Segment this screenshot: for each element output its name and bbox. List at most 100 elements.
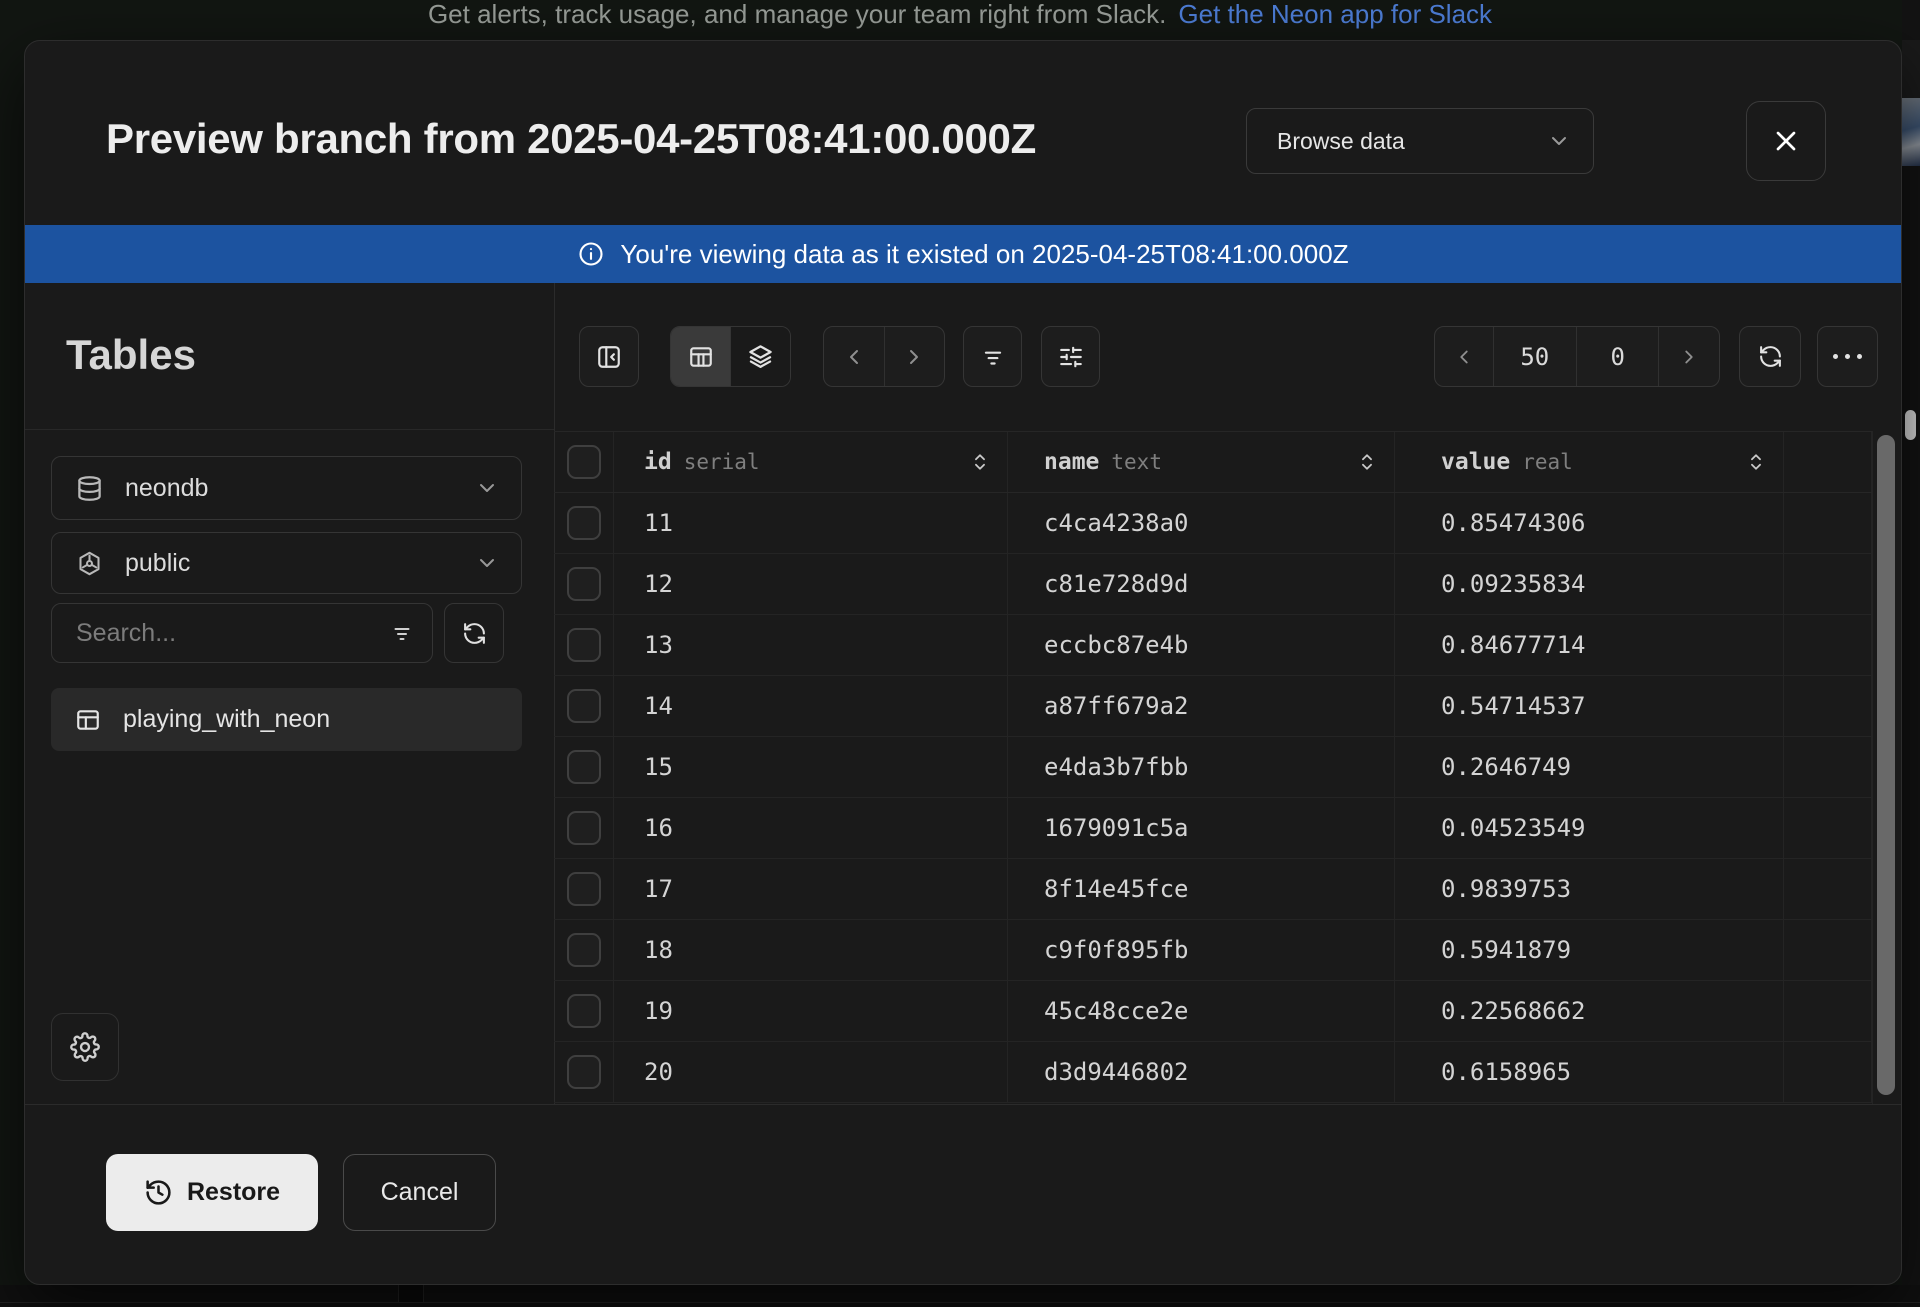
backdrop-scrollbar-nub: [1905, 410, 1916, 440]
row-checkbox[interactable]: [567, 872, 601, 906]
layers-icon: [747, 343, 774, 370]
select-all-cell: [554, 432, 614, 492]
screen: Get alerts, track usage, and manage your…: [0, 0, 1920, 1307]
backdrop-topbar-sliver: [1902, 40, 1920, 98]
history-icon: [144, 1178, 173, 1207]
schema-select[interactable]: public: [51, 532, 522, 594]
column-nav-group: [823, 326, 945, 387]
refresh-data-button[interactable]: [1739, 326, 1801, 387]
sidebar-item-playing-with-neon[interactable]: playing_with_neon: [51, 688, 522, 751]
row-checkbox[interactable]: [567, 628, 601, 662]
page-offset-value[interactable]: 0: [1576, 327, 1659, 386]
cancel-label: Cancel: [381, 1178, 459, 1207]
promo-link[interactable]: Get the Neon app for Slack: [1178, 0, 1492, 34]
table-row: 12 c81e728d9d 0.09235834: [554, 554, 1872, 615]
column-header-id[interactable]: id serial: [614, 432, 1008, 492]
backdrop-vertical-divider: [398, 1285, 424, 1302]
page-size-value[interactable]: 50: [1493, 327, 1576, 386]
sort-icon[interactable]: [971, 449, 989, 475]
backdrop-right-sliver: [1902, 0, 1920, 1307]
row-checkbox[interactable]: [567, 689, 601, 723]
layers-view-button[interactable]: [730, 327, 790, 386]
table-search: [51, 603, 433, 663]
table-row: 19 45c48cce2e 0.22568662: [554, 981, 1872, 1042]
row-checkbox[interactable]: [567, 994, 601, 1028]
table-row: 11 c4ca4238a0 0.85474306: [554, 493, 1872, 554]
footer-divider: [25, 1104, 1901, 1105]
cancel-button[interactable]: Cancel: [343, 1154, 496, 1231]
grid-view-button[interactable]: [671, 327, 730, 386]
column-header-name[interactable]: name text: [1008, 432, 1395, 492]
backdrop-bottom-strip: [0, 1285, 1920, 1307]
schema-select-value: public: [125, 549, 190, 578]
chevron-left-icon: [842, 345, 866, 369]
row-checkbox[interactable]: [567, 506, 601, 540]
preview-branch-modal: Preview branch from 2025-04-25T08:41:00.…: [24, 40, 1902, 1285]
table-row: 14 a87ff679a2 0.54714537: [554, 676, 1872, 737]
sort-icon[interactable]: [1358, 449, 1376, 475]
chevron-down-icon: [1547, 129, 1571, 153]
close-icon: [1770, 125, 1802, 157]
more-options-button[interactable]: [1817, 326, 1878, 387]
banner-text: You're viewing data as it existed on 202…: [620, 239, 1348, 270]
sidebar-divider: [25, 429, 554, 430]
database-select-value: neondb: [125, 474, 208, 503]
table-scrollbar-thumb[interactable]: [1877, 435, 1895, 1095]
panel-collapse-icon: [596, 344, 622, 370]
nav-next-button[interactable]: [884, 327, 944, 386]
tables-sidebar: Tables neondb: [25, 283, 555, 1104]
select-all-checkbox[interactable]: [567, 445, 601, 479]
ellipsis-icon: [1833, 354, 1838, 359]
column-header-value[interactable]: value real: [1395, 432, 1784, 492]
search-input[interactable]: [52, 619, 382, 648]
row-checkbox[interactable]: [567, 750, 601, 784]
close-button[interactable]: [1746, 101, 1826, 181]
refresh-tables-button[interactable]: [444, 603, 504, 663]
filter-icon[interactable]: [390, 621, 414, 645]
browse-data-label: Browse data: [1277, 128, 1405, 155]
settings-button[interactable]: [51, 1013, 119, 1081]
browse-data-dropdown[interactable]: Browse data: [1246, 108, 1594, 174]
sort-icon[interactable]: [1747, 449, 1765, 475]
restore-button[interactable]: Restore: [106, 1154, 318, 1231]
slack-promo-content: Get alerts, track usage, and manage your…: [428, 0, 1492, 34]
database-select[interactable]: neondb: [51, 456, 522, 520]
table-row: 20 d3d9446802 0.6158965: [554, 1042, 1872, 1103]
row-checkbox[interactable]: [567, 1055, 601, 1089]
chevron-down-icon: [475, 551, 499, 575]
table-row: 13 eccbc87e4b 0.84677714: [554, 615, 1872, 676]
row-checkbox[interactable]: [567, 567, 601, 601]
nav-prev-button[interactable]: [824, 327, 884, 386]
page-prev-button[interactable]: [1435, 327, 1493, 386]
filter-icon: [980, 344, 1006, 370]
grid-view-icon: [688, 344, 714, 370]
promo-text: Get alerts, track usage, and manage your…: [428, 0, 1166, 34]
backdrop-horizontal-divider: [0, 1302, 1920, 1303]
table-item-label: playing_with_neon: [123, 705, 330, 734]
table-row: 16 1679091c5a 0.04523549: [554, 798, 1872, 859]
page-next-button[interactable]: [1659, 327, 1719, 386]
backdrop-image-sliver: [1902, 98, 1920, 166]
chevron-right-icon: [902, 345, 926, 369]
table-row: 15 e4da3b7fbb 0.2646749: [554, 737, 1872, 798]
table-body: 11 c4ca4238a0 0.85474306 12 c81e728d9d 0…: [554, 493, 1872, 1103]
modal-title: Preview branch from 2025-04-25T08:41:00.…: [106, 115, 1036, 163]
display-settings-button[interactable]: [1041, 326, 1100, 387]
table-row: 17 8f14e45fce 0.9839753: [554, 859, 1872, 920]
restore-label: Restore: [187, 1178, 280, 1207]
filter-rows-button[interactable]: [963, 326, 1022, 387]
row-checkbox[interactable]: [567, 811, 601, 845]
table-header-row: id serial name text value real: [554, 431, 1872, 493]
pagination-control: 50 0: [1434, 326, 1720, 387]
sidebar-heading: Tables: [66, 331, 196, 379]
filler-cell: [1784, 432, 1872, 492]
row-checkbox[interactable]: [567, 933, 601, 967]
table-icon: [75, 707, 101, 733]
time-travel-info-banner: You're viewing data as it existed on 202…: [25, 225, 1901, 283]
view-mode-toggle: [670, 326, 791, 387]
database-icon: [76, 475, 103, 502]
slack-promo-banner: Get alerts, track usage, and manage your…: [0, 0, 1920, 40]
scrollbar-gutter-divider: [1872, 431, 1873, 1104]
schema-icon: [76, 550, 103, 577]
collapse-sidebar-button[interactable]: [579, 326, 639, 387]
